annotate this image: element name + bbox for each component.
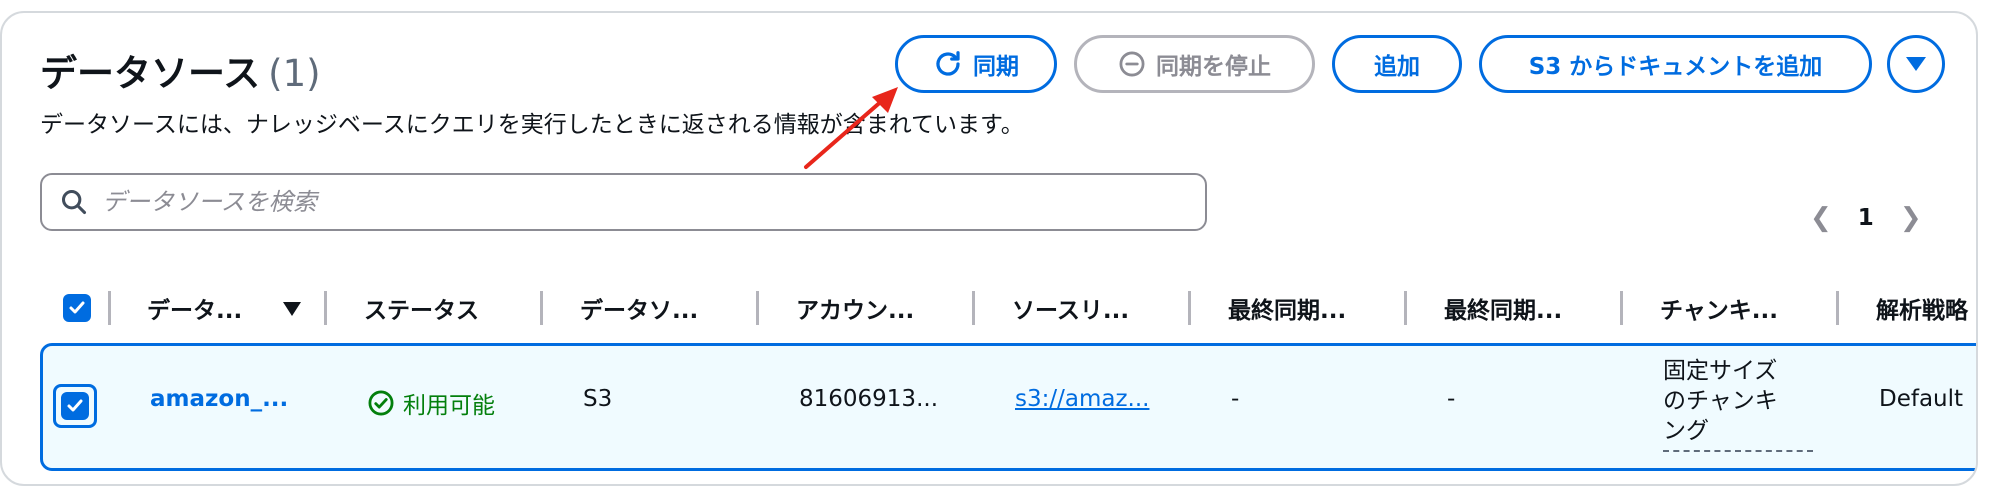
checkmark-icon bbox=[69, 301, 85, 314]
table-header: データ... ステータス データソ... アカウン... ソースリ... 最終同… bbox=[2, 281, 1976, 337]
column-header-parsing[interactable]: 解析戦略 bbox=[1876, 291, 1968, 325]
chevron-right-icon[interactable]: ❯ bbox=[1900, 203, 1922, 233]
data-source-name-link[interactable]: amazon_... bbox=[150, 386, 288, 412]
check-circle-icon bbox=[368, 390, 394, 416]
caret-down-icon bbox=[1906, 57, 1926, 71]
checkmark-icon bbox=[67, 399, 83, 412]
column-divider[interactable] bbox=[540, 291, 543, 325]
add-s3-label: S3 からドキュメントを追加 bbox=[1528, 54, 1823, 80]
column-header-chunking[interactable]: チャンキ... bbox=[1660, 291, 1778, 325]
row-checkbox-fill bbox=[61, 392, 89, 420]
search-box[interactable] bbox=[40, 173, 1207, 231]
stop-circle-icon bbox=[1119, 51, 1145, 77]
title-text: データソース bbox=[40, 52, 261, 95]
last-sync-1-value: - bbox=[1231, 386, 1240, 412]
column-divider[interactable] bbox=[972, 291, 975, 325]
account-id: 81606913... bbox=[799, 386, 938, 412]
column-divider[interactable] bbox=[1836, 291, 1839, 325]
status-badge: 利用可能 bbox=[367, 386, 495, 420]
column-divider[interactable] bbox=[1620, 291, 1623, 325]
status-text: 利用可能 bbox=[403, 393, 495, 419]
item-count: (1) bbox=[268, 52, 321, 95]
column-divider[interactable] bbox=[324, 291, 327, 325]
select-all-checkbox[interactable] bbox=[63, 294, 91, 322]
pagination: ❮ 1 ❯ bbox=[1810, 203, 1922, 233]
column-header-source-link[interactable]: ソースリ... bbox=[1012, 291, 1129, 325]
sync-button[interactable]: 同期 bbox=[895, 35, 1057, 93]
search-input[interactable] bbox=[102, 188, 1182, 216]
chunking-strategy[interactable]: 固定サイズ のチャンキ ング bbox=[1663, 356, 1813, 452]
chevron-left-icon[interactable]: ❮ bbox=[1810, 203, 1832, 233]
column-header-last-sync-2[interactable]: 最終同期... bbox=[1444, 291, 1562, 325]
page-title: データソース (1) bbox=[40, 43, 321, 97]
chunking-line: 固定サイズ bbox=[1663, 358, 1778, 384]
column-header-name[interactable]: データ... bbox=[147, 291, 242, 325]
add-s3-documents-button[interactable]: S3 からドキュメントを追加 bbox=[1479, 35, 1872, 93]
sort-down-icon[interactable] bbox=[282, 301, 302, 317]
column-header-account[interactable]: アカウン... bbox=[796, 291, 914, 325]
row-checkbox[interactable] bbox=[53, 384, 97, 428]
column-divider[interactable] bbox=[1404, 291, 1407, 325]
search-icon bbox=[61, 189, 87, 215]
current-page[interactable]: 1 bbox=[1858, 205, 1874, 231]
data-sources-panel: データソース (1) データソースには、ナレッジベースにクエリを実行したときに返さ… bbox=[0, 11, 1978, 486]
add-button[interactable]: 追加 bbox=[1332, 35, 1462, 93]
column-header-last-sync-1[interactable]: 最終同期... bbox=[1228, 291, 1346, 325]
column-header-data-source[interactable]: データソ... bbox=[580, 291, 698, 325]
column-divider[interactable] bbox=[756, 291, 759, 325]
more-actions-dropdown[interactable] bbox=[1887, 35, 1945, 93]
table-row[interactable]: amazon_... 利用可能 S3 81606913... s3://amaz… bbox=[40, 343, 1976, 471]
column-header-status[interactable]: ステータス bbox=[364, 291, 479, 325]
stop-sync-button[interactable]: 同期を停止 bbox=[1074, 35, 1315, 93]
sync-label: 同期 bbox=[973, 54, 1019, 80]
chunking-line: ング bbox=[1663, 418, 1709, 444]
column-divider[interactable] bbox=[1188, 291, 1191, 325]
annotation-arrow-icon bbox=[804, 87, 898, 169]
add-label: 追加 bbox=[1374, 54, 1420, 80]
chunking-line: のチャンキ bbox=[1663, 388, 1778, 414]
stop-sync-label: 同期を停止 bbox=[1156, 54, 1271, 80]
refresh-icon bbox=[936, 51, 960, 76]
last-sync-2-value: - bbox=[1447, 386, 1456, 412]
column-divider bbox=[108, 291, 111, 325]
source-link[interactable]: s3://amaz... bbox=[1015, 386, 1149, 412]
data-source-type: S3 bbox=[583, 386, 613, 412]
parsing-strategy: Default bbox=[1879, 386, 1964, 412]
